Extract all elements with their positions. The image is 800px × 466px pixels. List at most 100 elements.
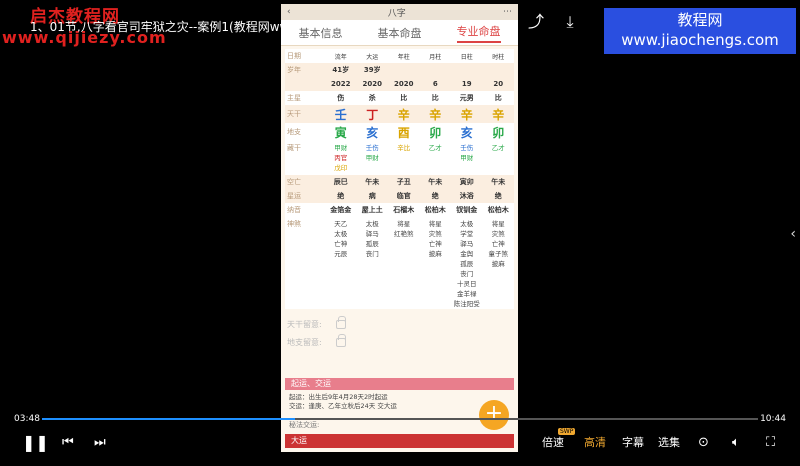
shensha-item: 亡神 (491, 240, 505, 248)
canggan-col: 乙才 (420, 143, 452, 153)
col-head: 日柱 (460, 53, 473, 61)
more-icon[interactable]: ⋯ (503, 7, 512, 17)
shensha-item: 亡神 (334, 240, 348, 248)
shensha-item: 将星 (428, 220, 442, 228)
total-time: 10:44 (760, 414, 786, 424)
shensha-item: 披麻 (491, 260, 505, 268)
locked-label: 地支留意: (287, 337, 322, 347)
year-cell: 2020 (362, 80, 382, 88)
row-label: 天干 (287, 110, 301, 118)
canggan-item: 辛比 (397, 144, 411, 152)
prev-icon[interactable]: ⏮ (62, 432, 74, 454)
locked-tiangan[interactable]: 天干留意: (287, 315, 512, 333)
canggan-item: 甲财 (365, 154, 379, 162)
canggan-item: 乙才 (428, 144, 442, 152)
year-cell: 2020 (394, 80, 414, 88)
shensha-item: 金舆 (460, 250, 474, 258)
tab-pro-chart[interactable]: 专业命盘 (456, 23, 501, 43)
progress-bar[interactable] (42, 418, 758, 420)
shensha-item: 驿马 (460, 240, 474, 248)
video-player: { "watermark": { "left_cn": "启杰教程网", "le… (0, 0, 800, 466)
nayin-cell: 金箔金 (330, 206, 352, 214)
jiaoyun-line: 交运：逢庚、乙年立秋后24天 交大运 (289, 402, 397, 410)
shensha-item: 太极 (460, 220, 474, 228)
shishen-cell: 比 (431, 94, 439, 102)
tab-basic-info[interactable]: 基本信息 (299, 25, 343, 41)
shensha-item: 童子煞 (488, 250, 509, 258)
dizhi-cell: 寅 (334, 125, 347, 140)
shishen-cell: 伤 (337, 94, 345, 102)
shensha-item: 太极 (365, 220, 379, 228)
add-fab-button[interactable]: + (479, 400, 509, 430)
volume-icon[interactable]: 🔈︎ (732, 432, 740, 454)
row-head: 日期 流年 大运 年柱 月柱 日柱 时柱 (285, 49, 514, 63)
xingyun-cell: 临官 (396, 192, 411, 200)
canggan-item: 壬伤 (365, 144, 379, 152)
kongwang-cell: 辰巳 (333, 178, 348, 186)
nayin-cell: 石榴木 (393, 206, 415, 214)
quality-button[interactable]: 高清 (584, 432, 606, 454)
age-cell: 41岁 (332, 66, 350, 74)
row-shensha: 神煞 天乙 太极 亡神 元辰 太极 驿马 孤辰 丧门 将星 红艳煞 将星 灾煞 … (285, 219, 514, 309)
episode-button[interactable]: 选集 (658, 432, 680, 454)
row-kongwang: 空亡 辰巳 午未 子丑 午未 寅卯 午未 (285, 175, 514, 189)
row-label: 藏干 (287, 144, 301, 152)
phone-title: 八字 (387, 8, 406, 19)
settings-icon[interactable]: ⊙ (698, 432, 709, 454)
canggan-item: 乙才 (491, 144, 505, 152)
tiangan-cell: 壬 (334, 107, 347, 122)
shishen-cell: 比 (494, 94, 502, 102)
xingyun-cell: 病 (368, 192, 376, 200)
chevron-left-icon[interactable]: ‹ (790, 226, 796, 242)
next-icon[interactable]: ⏭ (94, 432, 106, 454)
phone-header: ‹ 八字 ⋯ (281, 4, 518, 20)
watermark-right: 教程网 www.jiaochengs.com (604, 8, 796, 54)
shensha-item: 天乙 (334, 220, 348, 228)
download-icon[interactable]: ⤓ (560, 12, 580, 32)
canggan-col: 壬伤 甲财 (451, 143, 483, 163)
watermark-right-cn: 教程网 (677, 11, 723, 29)
row-shishen: 主星 伤 杀 比 比 元男 比 (285, 91, 514, 105)
tab-basic-chart[interactable]: 基本命盘 (378, 25, 422, 41)
row-label: 星运 (287, 192, 301, 200)
progress-fill (42, 418, 296, 420)
shensha-col: 太极 驿马 孤辰 丧门 (357, 219, 389, 309)
shensha-col: 将星 灾煞 亡神 披麻 (420, 219, 452, 309)
tiangan-cell: 辛 (397, 107, 410, 122)
canggan-item: 壬伤 (460, 144, 474, 152)
locked-dizhi[interactable]: 地支留意: (287, 333, 512, 351)
shensha-col: 将星 红艳煞 (388, 219, 420, 309)
dizhi-cell: 卯 (429, 125, 442, 140)
shensha-item: 丧门 (460, 270, 474, 278)
pause-icon[interactable]: ❚❚ (22, 432, 49, 454)
row-year: 2022 2020 2020 6 19 20 (285, 77, 514, 91)
speed-button[interactable]: 倍速 (542, 432, 564, 454)
bazi-grid: 日期 流年 大运 年柱 月柱 日柱 时柱 岁年 41岁 39岁 2022 202… (285, 49, 514, 309)
row-canggan: 藏干 甲财 丙官 戊印 壬伤 甲财 辛比 乙才 壬伤 甲财 乙才 (285, 141, 514, 175)
shensha-item: 陈注阳受 (453, 300, 480, 308)
watermark-right-en: www.jiaochengs.com (621, 31, 779, 49)
back-icon[interactable]: ‹ (287, 7, 291, 17)
dizhi-cell: 酉 (397, 125, 410, 140)
kongwang-cell: 午未 (491, 178, 506, 186)
subtitle-button[interactable]: 字幕 (622, 432, 644, 454)
share-icon[interactable]: ⤴ (526, 12, 546, 32)
shensha-col: 太极 学堂 驿马 金舆 孤辰 丧门 十灵日 金羊禄 陈注阳受 (451, 219, 483, 309)
tiangan-cell: 辛 (429, 107, 442, 122)
row-dizhi: 地支 寅 亥 酉 卯 亥 卯 (285, 123, 514, 141)
tiangan-cell: 丁 (366, 107, 379, 122)
row-label: 日期 (287, 52, 301, 60)
shensha-col: 天乙 太极 亡神 元辰 (325, 219, 357, 309)
dizhi-cell: 卯 (492, 125, 505, 140)
year-cell: 20 (493, 80, 504, 88)
lock-icon (335, 315, 346, 329)
shensha-item: 将星 (397, 220, 411, 228)
shensha-item: 披麻 (428, 250, 442, 258)
fullscreen-icon[interactable]: ⛶ (766, 432, 775, 454)
shensha-item: 太极 (334, 230, 348, 238)
swp-badge: SWP (558, 428, 576, 435)
canggan-col: 乙才 (483, 143, 515, 153)
canggan-item: 戊印 (334, 164, 348, 172)
shensha-item: 丧门 (365, 250, 379, 258)
canggan-col: 辛比 (388, 143, 420, 153)
